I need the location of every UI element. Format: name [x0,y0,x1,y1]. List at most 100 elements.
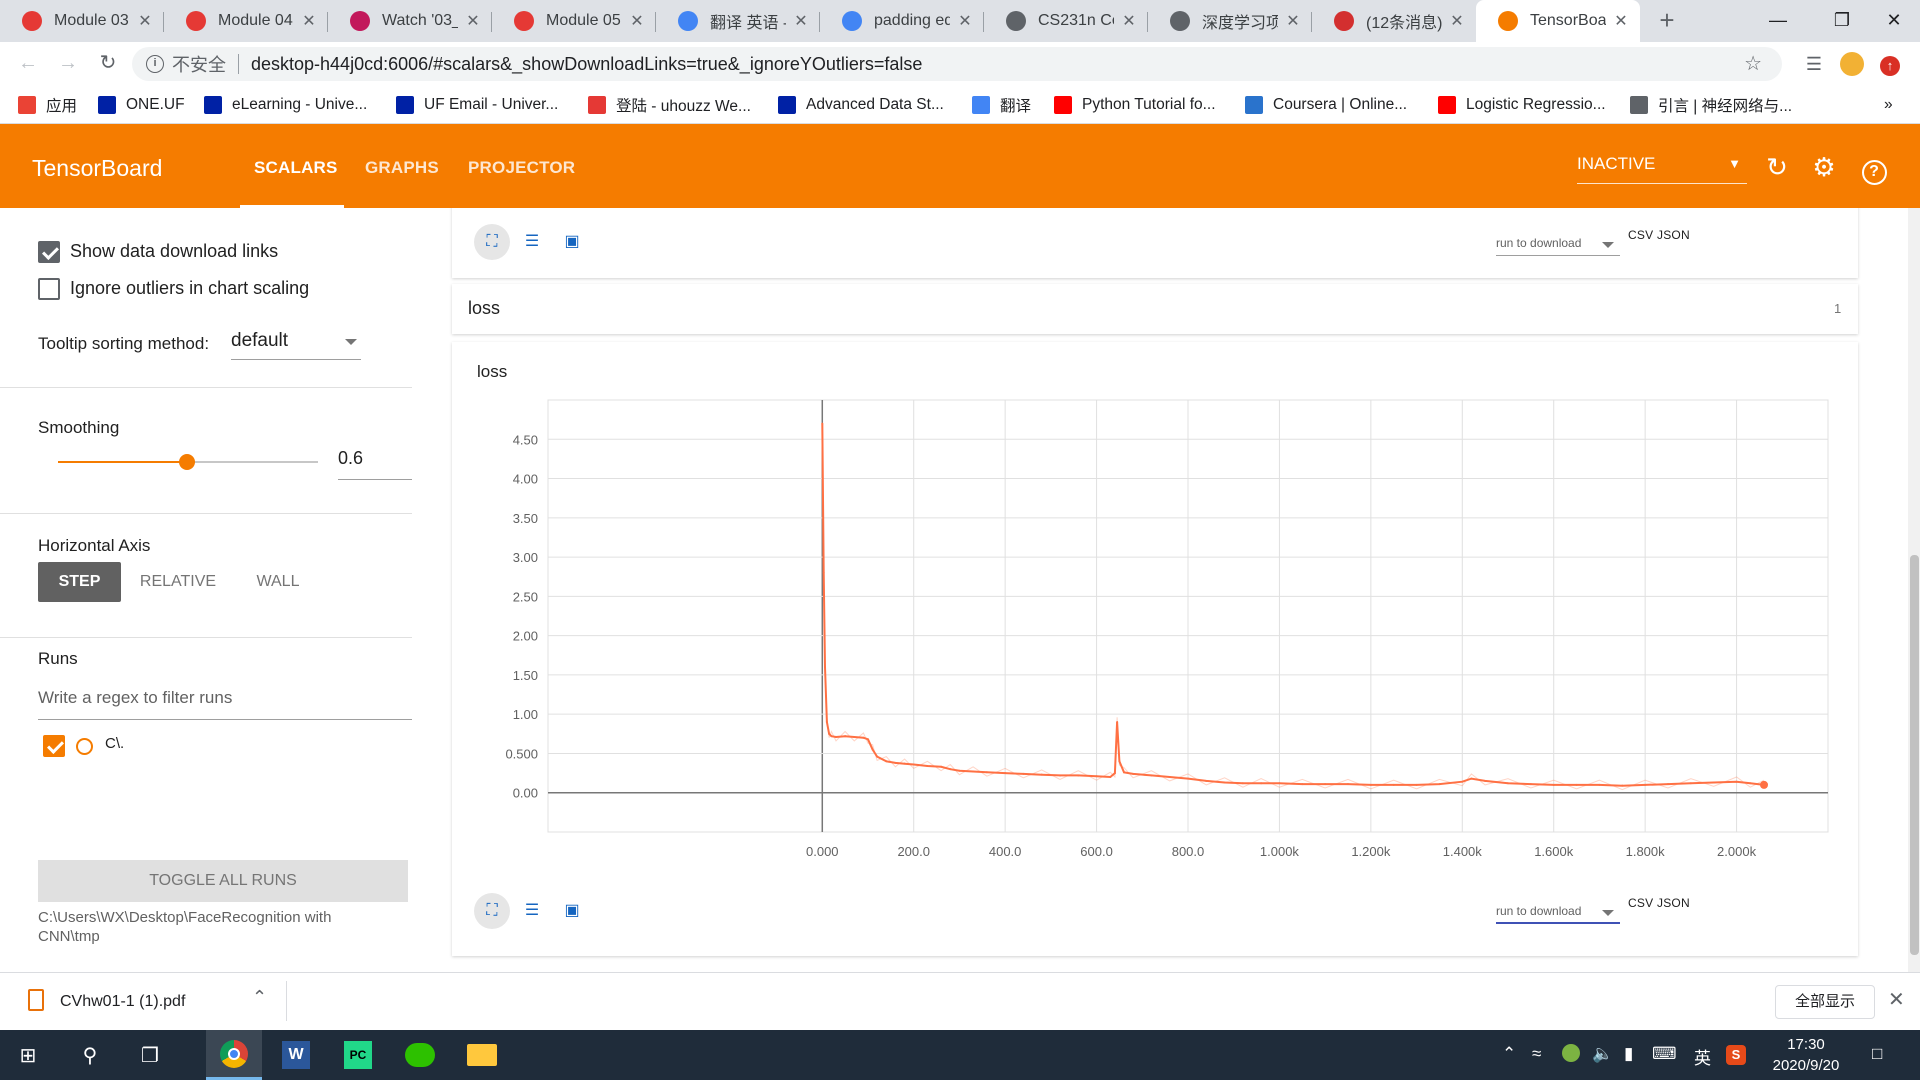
json-download-link[interactable]: JSON [1657,896,1690,910]
csv-download-link[interactable]: CSV [1628,228,1653,242]
windows-start-icon[interactable]: ⊞ [0,1030,56,1080]
browser-tab[interactable]: TensorBoar ✕ [1476,0,1640,42]
run-color-radio[interactable] [76,738,93,755]
run-download-select[interactable]: run to download [1496,232,1620,256]
browser-tab[interactable]: padding eq ✕ [820,0,984,42]
tab-graphs[interactable]: GRAPHS [365,158,439,178]
browser-tab[interactable]: CS231n Co ✕ [984,0,1148,42]
axis-relative-button[interactable]: RELATIVE [133,562,223,602]
log-scale-icon[interactable]: ☰ [514,893,550,929]
bookmark-item[interactable]: 登陆 - uhouzz We... [588,94,751,116]
minimize-button[interactable]: — [1746,0,1810,42]
loss-group-header[interactable]: loss 1 [452,284,1858,334]
close-shelf-icon[interactable]: ✕ [1888,987,1905,1012]
smoothing-value-input[interactable]: 0.6 [338,448,412,480]
page-scrollbar-thumb[interactable] [1910,555,1919,955]
csv-download-link[interactable]: CSV [1628,896,1653,910]
tab-close-icon[interactable]: ✕ [792,11,810,31]
bookmark-item[interactable]: eLearning - Unive... [204,94,367,116]
media-control-icon[interactable]: ☰ [1800,50,1828,78]
browser-tab[interactable]: Module 04: ✕ [164,0,328,42]
bookmark-item[interactable]: Coursera | Online... [1245,94,1407,116]
forward-button[interactable]: → [54,50,82,78]
notifications-icon[interactable]: □ [1872,1044,1882,1064]
tab-projector[interactable]: PROJECTOR [468,158,575,178]
bookmark-star-icon[interactable]: ☆ [1744,51,1762,76]
plugin-select-dropdown[interactable]: INACTIVE ▼ [1577,154,1747,184]
bookmark-item[interactable]: 引言 | 神经网络与... [1630,94,1792,116]
search-icon[interactable]: ⚲ [62,1030,118,1080]
network-icon[interactable]: ≈ [1532,1044,1541,1064]
fit-domain-icon[interactable]: ⛶ [474,224,510,260]
word-taskbar-icon[interactable]: W [268,1030,324,1080]
browser-tab[interactable]: 深度学习项E ✕ [1148,0,1312,42]
help-icon[interactable]: ? [1859,153,1889,185]
tooltip-sorting-select[interactable]: default [231,330,361,360]
wechat-taskbar-icon[interactable] [392,1030,448,1080]
json-download-link[interactable]: JSON [1657,228,1690,242]
tab-close-icon[interactable]: ✕ [1612,11,1630,31]
ignore-outliers-checkbox[interactable] [38,278,60,300]
input-method-indicator[interactable]: 英 [1694,1044,1711,1069]
tab-close-icon[interactable]: ✕ [136,11,154,31]
sogou-ime-icon[interactable]: S [1726,1044,1746,1065]
log-scale-icon[interactable]: ☰ [514,224,550,260]
axis-step-button[interactable]: STEP [38,562,121,602]
bookmark-item[interactable]: Logistic Regressio... [1438,94,1606,116]
fullscreen-icon[interactable]: ▣ [554,893,590,929]
tab-close-icon[interactable]: ✕ [300,11,318,31]
url-text[interactable]: desktop-h44j0cd:6006/#scalars&_showDownl… [251,54,922,75]
keyboard-icon[interactable]: ⌨ [1652,1044,1677,1064]
bookmark-item[interactable]: 应用 [18,94,77,116]
toggle-all-runs-button[interactable]: TOGGLE ALL RUNS [38,860,408,902]
run-checkbox[interactable] [43,735,65,757]
show-download-links-checkbox[interactable] [38,241,60,263]
info-icon[interactable]: i [146,55,164,73]
bookmark-item[interactable]: 翻译 [972,94,1031,116]
update-icon[interactable]: ↑ [1876,50,1904,78]
browser-tab[interactable]: 翻译 英语 - ✕ [656,0,820,42]
fit-domain-icon[interactable]: ⛶ [474,893,510,929]
chevron-up-icon[interactable]: ⌃ [252,987,267,1008]
tab-scalars[interactable]: SCALARS [254,158,338,178]
reload-icon[interactable]: ↻ [1762,153,1792,183]
file-explorer-taskbar-icon[interactable] [454,1030,510,1080]
back-button[interactable]: ← [14,50,42,78]
loss-line-chart[interactable]: 0.000 200.0 400.0 600.0 800.0 1.000k 1.200k 1.4… [452,392,1858,872]
tab-close-icon[interactable]: ✕ [956,11,974,31]
volume-icon[interactable]: 🔈 [1592,1044,1613,1064]
bookmark-item[interactable]: Advanced Data St... [778,94,944,116]
smoothing-slider[interactable] [58,454,318,470]
task-view-icon[interactable]: ❐ [122,1030,178,1080]
axis-wall-button[interactable]: WALL [243,562,313,602]
run-download-select[interactable]: run to download [1496,900,1620,924]
tab-close-icon[interactable]: ✕ [464,11,482,31]
new-tab-button[interactable]: + [1652,6,1682,36]
bookmark-item[interactable]: ONE.UF [98,94,185,116]
fullscreen-icon[interactable]: ▣ [554,224,590,260]
show-all-downloads-button[interactable]: 全部显示 [1775,985,1875,1019]
close-window-button[interactable]: ✕ [1862,0,1920,42]
bookmark-item[interactable]: UF Email - Univer... [396,94,558,116]
address-bar[interactable]: i 不安全 desktop-h44j0cd:6006/#scalars&_sho… [132,47,1782,81]
bookmarks-overflow-icon[interactable]: » [1884,94,1893,116]
chrome-taskbar-icon[interactable] [206,1030,262,1080]
battery-icon[interactable]: ▮ [1624,1044,1633,1064]
browser-tab[interactable]: Module 03: ✕ [0,0,164,42]
browser-tab[interactable]: Watch '03_I ✕ [328,0,492,42]
tab-close-icon[interactable]: ✕ [1284,11,1302,31]
runs-filter-input[interactable]: Write a regex to filter runs [38,688,412,720]
tab-close-icon[interactable]: ✕ [628,11,646,31]
profile-avatar[interactable] [1838,50,1866,78]
tab-close-icon[interactable]: ✕ [1120,11,1138,31]
tray-app-icon[interactable] [1562,1044,1580,1067]
browser-tab[interactable]: Module 05: ✕ [492,0,656,42]
reload-button[interactable]: ↻ [94,50,122,78]
download-item-name[interactable]: CVhw01-1 (1).pdf [60,993,185,1011]
system-clock[interactable]: 17:30 2020/9/20 [1756,1034,1856,1076]
tab-close-icon[interactable]: ✕ [1448,11,1466,31]
tray-expand-icon[interactable]: ⌃ [1502,1044,1516,1064]
pycharm-taskbar-icon[interactable]: PC [330,1030,386,1080]
browser-tab[interactable]: (12条消息) ✕ [1312,0,1476,42]
gear-icon[interactable]: ⚙ [1809,153,1839,183]
